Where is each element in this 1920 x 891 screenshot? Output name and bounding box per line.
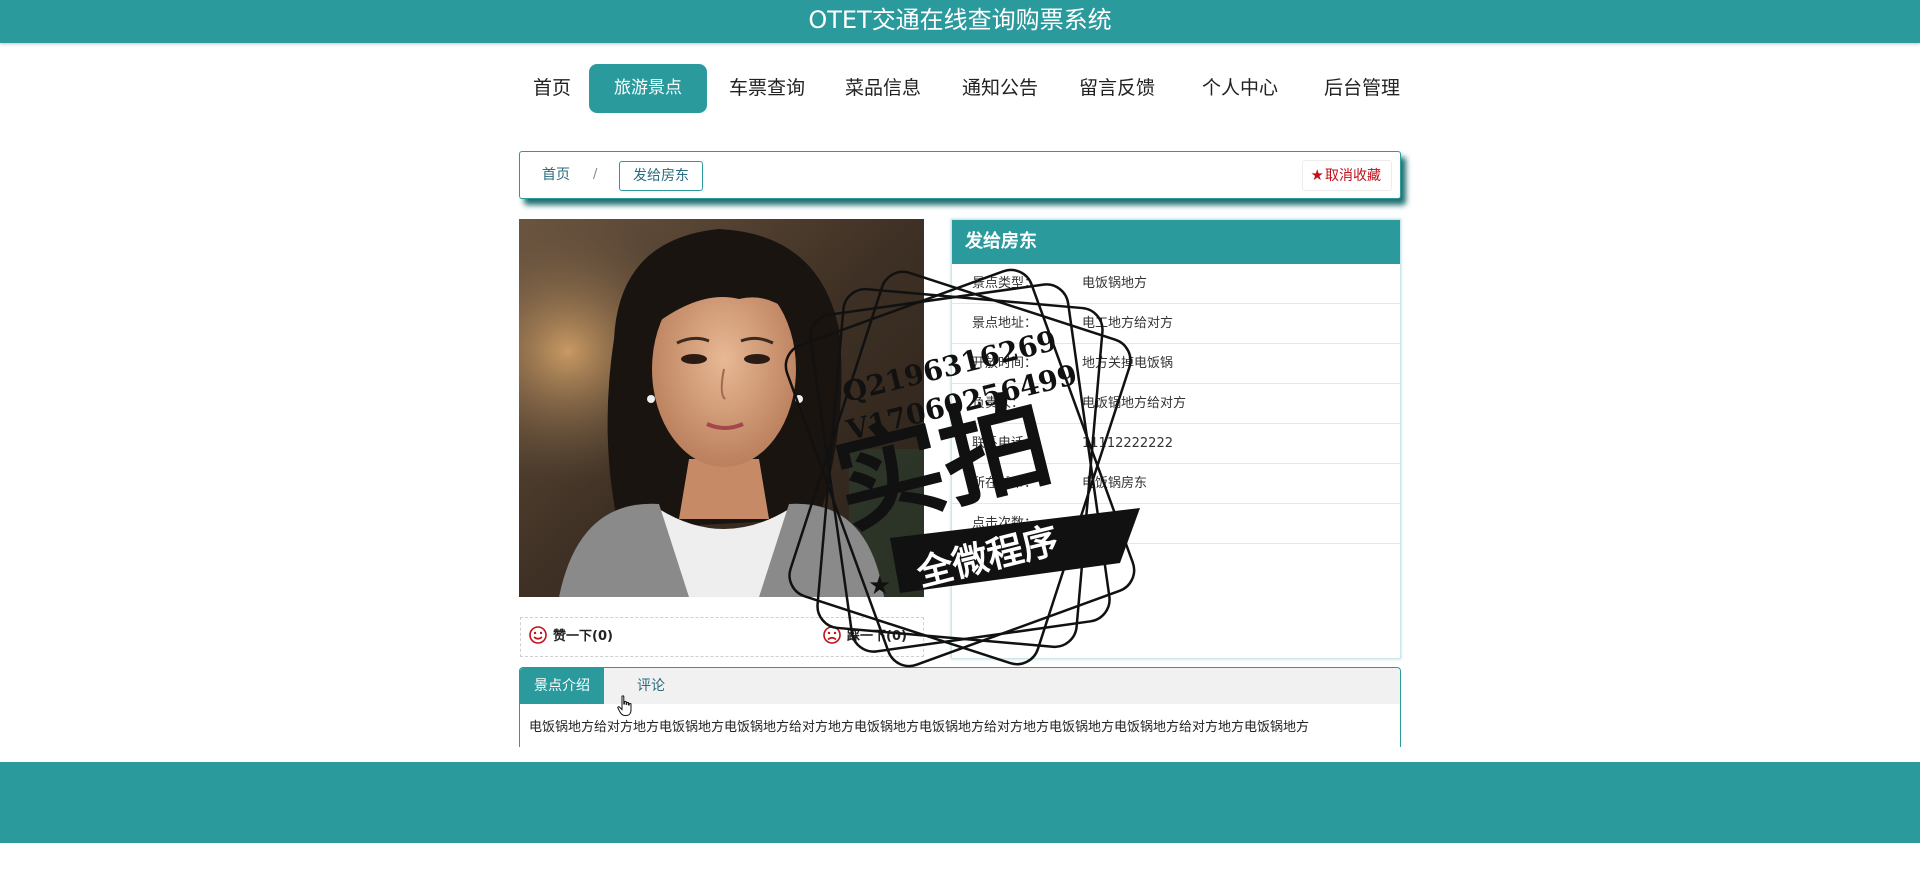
breadcrumb: 首页 / 发给房东 ★取消收藏 <box>519 151 1401 199</box>
detail-value: 地方关掉电饭锅 <box>1082 356 1174 371</box>
detail-row-hours: 开放时间： 地方关掉电饭锅 <box>952 344 1400 384</box>
tab-strip: 景点介绍 评论 <box>520 668 1400 704</box>
details-panel: 发给房东 景点类型： 电饭锅地方 景点地址： 电工地方给对方 开放时间： 地方关… <box>951 219 1401 659</box>
detail-row-manager: 负责人： 电饭锅地方给对方 <box>952 384 1400 424</box>
hand-cursor-icon <box>617 695 632 716</box>
detail-row-type: 景点类型： 电饭锅地方 <box>952 264 1400 304</box>
detail-label: 景点类型： <box>972 276 1038 291</box>
site-title: OTET交通在线查询购票系统 <box>808 6 1112 34</box>
site-footer <box>0 762 1920 843</box>
detail-value: 电饭锅地方给对方 <box>1082 396 1187 411</box>
detail-row-clicks: 点击次数： <box>952 504 1400 544</box>
nav-item-dishes[interactable]: 菜品信息 <box>838 64 928 113</box>
tabs-box: 景点介绍 评论 电饭锅地方给对方地方电饭锅地方电饭锅地方给对方地方电饭锅地方电饭… <box>519 667 1401 747</box>
smile-icon <box>529 626 547 644</box>
tab-comments[interactable]: 评论 <box>626 668 676 704</box>
dislike-label: 踩一下(0) <box>847 629 907 644</box>
detail-row-city: 所在城市： 电饭锅房东 <box>952 464 1400 504</box>
nav-item-notices[interactable]: 通知公告 <box>955 64 1045 113</box>
detail-value: 电饭锅地方 <box>1082 276 1148 291</box>
nav-item-profile[interactable]: 个人中心 <box>1195 64 1285 113</box>
detail-label: 开放时间： <box>972 356 1038 371</box>
nav-item-tickets[interactable]: 车票查询 <box>722 64 812 113</box>
nav-item-home[interactable]: 首页 <box>522 64 582 113</box>
detail-value: 电工地方给对方 <box>1082 316 1174 331</box>
unfavorite-label: 取消收藏 <box>1325 168 1381 184</box>
tab-intro[interactable]: 景点介绍 <box>520 668 604 704</box>
detail-label: 负责人： <box>972 396 1025 411</box>
detail-label: 所在城市： <box>972 476 1038 491</box>
detail-label: 景点地址： <box>972 316 1038 331</box>
unfavorite-button[interactable]: ★取消收藏 <box>1301 160 1392 191</box>
breadcrumb-home[interactable]: 首页 <box>542 152 570 198</box>
frown-icon <box>823 626 841 644</box>
detail-label: 点击次数： <box>972 516 1038 531</box>
detail-row-phone: 联系电话： 11112222222 <box>952 424 1400 464</box>
like-label: 赞一下(0) <box>553 629 613 644</box>
vote-row: 赞一下(0) 踩一下(0) <box>520 617 924 657</box>
nav-item-feedback[interactable]: 留言反馈 <box>1072 64 1162 113</box>
breadcrumb-current: 发给房东 <box>619 161 703 191</box>
breadcrumb-separator: / <box>593 167 598 182</box>
nav-item-attractions[interactable]: 旅游景点 <box>589 64 707 113</box>
nav-item-admin[interactable]: 后台管理 <box>1317 64 1407 113</box>
detail-row-address: 景点地址： 电工地方给对方 <box>952 304 1400 344</box>
like-button[interactable]: 赞一下(0) <box>529 618 613 656</box>
dislike-button[interactable]: 踩一下(0) <box>823 618 907 656</box>
details-title: 发给房东 <box>952 220 1400 264</box>
detail-value: 电饭锅房东 <box>1082 476 1148 491</box>
star-icon: ★ <box>1310 166 1324 184</box>
attraction-photo <box>519 219 924 597</box>
intro-text: 电饭锅地方给对方地方电饭锅地方电饭锅地方给对方地方电饭锅地方电饭锅地方给对方地方… <box>529 720 1310 735</box>
detail-value: 11112222222 <box>1082 436 1173 451</box>
main-nav: 首页 旅游景点 车票查询 菜品信息 通知公告 留言反馈 个人中心 后台管理 <box>510 64 1400 113</box>
site-header: OTET交通在线查询购票系统 <box>0 0 1920 43</box>
detail-label: 联系电话： <box>972 436 1038 451</box>
